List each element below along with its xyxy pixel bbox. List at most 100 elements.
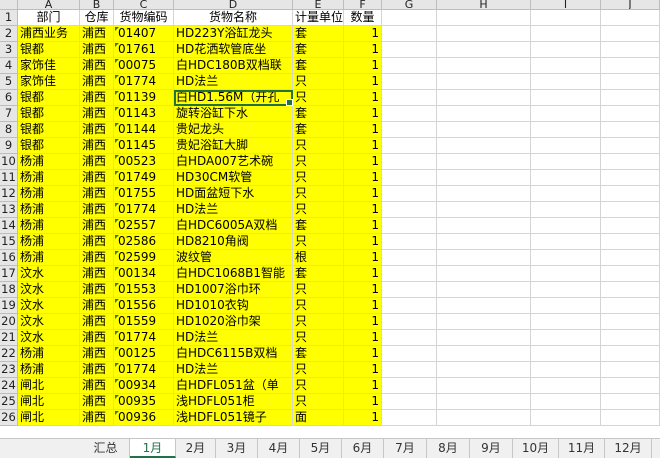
cell-c[interactable]: 01774 xyxy=(114,74,174,90)
cell-c[interactable]: 01139 xyxy=(114,90,174,106)
empty-cell[interactable] xyxy=(601,10,660,26)
empty-cell[interactable] xyxy=(437,154,531,170)
cell-d[interactable]: HD法兰 xyxy=(174,362,293,378)
row-header[interactable]: 20 xyxy=(0,314,18,330)
empty-cell[interactable] xyxy=(601,122,660,138)
cell-b[interactable]: 浦西 xyxy=(80,154,114,170)
cell-c[interactable]: 02586 xyxy=(114,234,174,250)
empty-cell[interactable] xyxy=(437,106,531,122)
empty-cell[interactable] xyxy=(601,186,660,202)
cell-c[interactable]: 00134 xyxy=(114,266,174,282)
cell-a[interactable]: 银都 xyxy=(18,106,80,122)
cell-c[interactable]: 01755 xyxy=(114,186,174,202)
empty-cell[interactable] xyxy=(601,266,660,282)
cell-b[interactable]: 浦西 xyxy=(80,218,114,234)
cell-b[interactable]: 浦西 xyxy=(80,266,114,282)
cell-b[interactable]: 浦西 xyxy=(80,42,114,58)
empty-cell[interactable] xyxy=(601,42,660,58)
cell-e[interactable]: 只 xyxy=(293,154,344,170)
empty-cell[interactable] xyxy=(601,378,660,394)
cell-e[interactable]: 只 xyxy=(293,362,344,378)
cell-e[interactable]: 只 xyxy=(293,394,344,410)
cell-c[interactable]: 01143 xyxy=(114,106,174,122)
cell-a[interactable]: 杨浦 xyxy=(18,346,80,362)
empty-cell[interactable] xyxy=(382,410,437,426)
cell-a[interactable]: 杨浦 xyxy=(18,186,80,202)
cell-a[interactable]: 杨浦 xyxy=(18,170,80,186)
cell-a[interactable]: 杨浦 xyxy=(18,250,80,266)
empty-cell[interactable] xyxy=(437,266,531,282)
empty-cell[interactable] xyxy=(382,330,437,346)
cell-f[interactable]: 1 xyxy=(344,170,382,186)
cell-a[interactable]: 杨浦 xyxy=(18,362,80,378)
empty-cell[interactable] xyxy=(601,74,660,90)
cell-c[interactable]: 01553 xyxy=(114,282,174,298)
row-header[interactable]: 21 xyxy=(0,330,18,346)
empty-cell[interactable] xyxy=(382,74,437,90)
header-cell[interactable]: 货物编码 xyxy=(114,10,174,26)
cell-d[interactable]: 浅HDFL051柜 xyxy=(174,394,293,410)
row-header[interactable]: 26 xyxy=(0,410,18,426)
empty-cell[interactable] xyxy=(601,234,660,250)
column-header-i[interactable]: I xyxy=(531,0,601,10)
cell-c[interactable]: 01559 xyxy=(114,314,174,330)
cell-d[interactable]: HD30CM软管 xyxy=(174,170,293,186)
empty-cell[interactable] xyxy=(382,394,437,410)
cell-e[interactable]: 根 xyxy=(293,250,344,266)
cell-f[interactable]: 1 xyxy=(344,394,382,410)
cell-f[interactable]: 1 xyxy=(344,378,382,394)
cell-e[interactable]: 套 xyxy=(293,58,344,74)
empty-cell[interactable] xyxy=(601,314,660,330)
column-header-c[interactable]: C xyxy=(114,0,174,10)
sheet-tab-8[interactable]: 8月 xyxy=(427,439,470,458)
row-header[interactable]: 1 xyxy=(0,10,18,26)
empty-cell[interactable] xyxy=(382,314,437,330)
row-header[interactable]: 17 xyxy=(0,266,18,282)
cell-a[interactable]: 汶水 xyxy=(18,266,80,282)
cell-e[interactable]: 只 xyxy=(293,378,344,394)
empty-cell[interactable] xyxy=(437,122,531,138)
cell-d[interactable]: HD1020浴巾架 xyxy=(174,314,293,330)
empty-cell[interactable] xyxy=(601,58,660,74)
cell-f[interactable]: 1 xyxy=(344,282,382,298)
cell-c[interactable]: 00935 xyxy=(114,394,174,410)
cell-c[interactable]: 01556 xyxy=(114,298,174,314)
empty-cell[interactable] xyxy=(531,170,601,186)
cell-b[interactable]: 浦西 xyxy=(80,122,114,138)
cell-a[interactable]: 银都 xyxy=(18,122,80,138)
empty-cell[interactable] xyxy=(601,394,660,410)
column-header-d[interactable]: D xyxy=(174,0,293,10)
cell-f[interactable]: 1 xyxy=(344,266,382,282)
cell-a[interactable]: 浦西业务 xyxy=(18,26,80,42)
empty-cell[interactable] xyxy=(531,58,601,74)
cell-f[interactable]: 1 xyxy=(344,234,382,250)
empty-cell[interactable] xyxy=(601,346,660,362)
select-all-corner[interactable] xyxy=(0,0,18,10)
cell-b[interactable]: 浦西 xyxy=(80,74,114,90)
empty-cell[interactable] xyxy=(531,10,601,26)
sheet-tab-5[interactable]: 5月 xyxy=(300,439,342,458)
column-header-h[interactable]: H xyxy=(437,0,531,10)
empty-cell[interactable] xyxy=(601,106,660,122)
empty-cell[interactable] xyxy=(437,314,531,330)
empty-cell[interactable] xyxy=(531,266,601,282)
cell-c[interactable]: 01407 xyxy=(114,26,174,42)
empty-cell[interactable] xyxy=(437,58,531,74)
row-header[interactable]: 4 xyxy=(0,58,18,74)
empty-cell[interactable] xyxy=(601,90,660,106)
cell-c[interactable]: 01774 xyxy=(114,202,174,218)
sheet-tab-4[interactable]: 4月 xyxy=(258,439,300,458)
cell-d[interactable]: 白HDC6115B双档 xyxy=(174,346,293,362)
cell-a[interactable]: 汶水 xyxy=(18,298,80,314)
cell-e[interactable]: 只 xyxy=(293,170,344,186)
empty-cell[interactable] xyxy=(531,218,601,234)
row-header[interactable]: 3 xyxy=(0,42,18,58)
cell-f[interactable]: 1 xyxy=(344,26,382,42)
cell-f[interactable]: 1 xyxy=(344,250,382,266)
cell-b[interactable]: 浦西 xyxy=(80,410,114,426)
cell-b[interactable]: 浦西 xyxy=(80,234,114,250)
cell-d[interactable]: HD花洒软管底坐 xyxy=(174,42,293,58)
empty-cell[interactable] xyxy=(437,10,531,26)
row-header[interactable]: 18 xyxy=(0,282,18,298)
cell-e[interactable]: 只 xyxy=(293,298,344,314)
